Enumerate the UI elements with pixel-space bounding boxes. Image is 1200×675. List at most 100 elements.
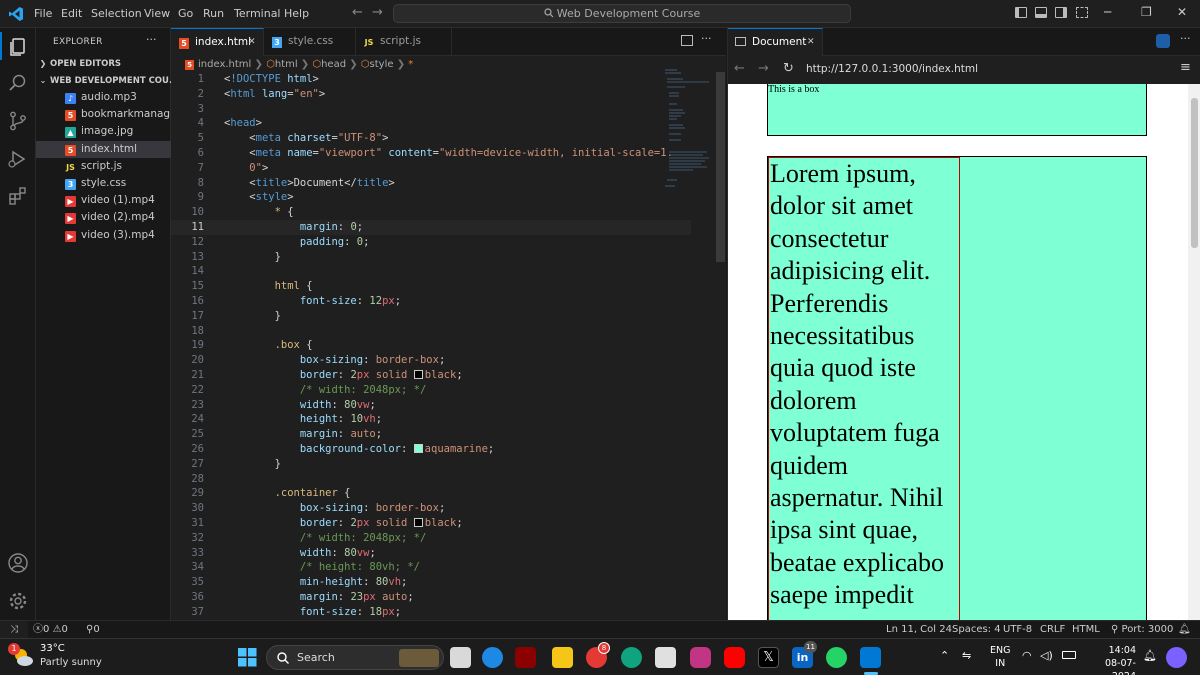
code-line[interactable]: 22 /* width: 2048px; */ — [171, 383, 691, 398]
menu-view[interactable]: View — [144, 7, 170, 20]
back-arrow-icon[interactable]: ← — [734, 61, 745, 76]
code-line[interactable]: 36 margin: 23px auto; — [171, 590, 691, 605]
code-line[interactable]: 31 border: 2px solid black; — [171, 516, 691, 531]
search-icon[interactable] — [7, 72, 29, 94]
code-line[interactable]: 11 margin: 0; — [171, 220, 691, 235]
color-swatch-icon[interactable] — [413, 444, 423, 453]
code-line[interactable]: 18 — [171, 324, 691, 339]
menu-edit[interactable]: Edit — [61, 7, 82, 20]
url-input[interactable]: http://127.0.0.1:3000/index.html — [806, 63, 978, 75]
back-arrow-icon[interactable]: ← — [352, 5, 363, 20]
taskbar-search[interactable]: Search — [266, 645, 444, 670]
code-line[interactable]: 3 — [171, 102, 691, 117]
vscode-taskbar-icon[interactable] — [860, 647, 881, 668]
file-item[interactable]: 3 style.css — [36, 175, 171, 192]
code-editor[interactable]: 1 <!DOCTYPE html> 2 <html lang="en"> 3 4 <head… — [171, 72, 711, 620]
notification-bell-icon[interactable]: 🔔︎ — [1143, 649, 1157, 662]
close-tab-icon[interactable]: ✕ — [248, 29, 256, 56]
linkedin-icon[interactable]: in 11 — [792, 641, 817, 668]
file-item[interactable]: ▶ video (1).mp4 — [36, 192, 171, 209]
code-line[interactable]: 2 <html lang="en"> — [171, 87, 691, 102]
windows-start-icon[interactable] — [238, 648, 257, 667]
customize-layout-icon[interactable] — [1076, 7, 1088, 18]
weather-widget[interactable]: 1 — [8, 643, 34, 668]
file-item[interactable]: 5 bookmarkmanag... — [36, 106, 171, 123]
youtube-icon[interactable] — [724, 647, 745, 668]
network-sync-icon[interactable]: ⇋ — [962, 649, 971, 662]
manage-gear-icon[interactable] — [7, 590, 29, 612]
project-folder-section[interactable]: ⌄ WEB DEVELOPMENT COU... — [36, 72, 171, 89]
code-line[interactable]: 9 <style> — [171, 190, 691, 205]
code-line[interactable]: 8 <title>Document</title> — [171, 176, 691, 191]
code-line[interactable]: 24 height: 10vh; — [171, 412, 691, 427]
code-line[interactable]: 20 box-sizing: border-box; — [171, 353, 691, 368]
tab-style-css[interactable]: 3 style.css — [264, 28, 356, 56]
code-line[interactable]: 5 <meta charset="UTF-8"> — [171, 131, 691, 146]
battery-icon[interactable] — [1062, 651, 1076, 659]
color-swatch-icon[interactable] — [413, 370, 423, 379]
encoding[interactable]: UTF-8 — [1003, 621, 1032, 638]
minimize-icon[interactable]: ─ — [1104, 5, 1111, 19]
code-line[interactable]: 19 .box { — [171, 338, 691, 353]
code-line[interactable]: 6 <meta name="viewport" content="width=d… — [171, 146, 691, 161]
chevron-up-icon[interactable]: ⌃ — [940, 649, 949, 662]
code-line[interactable]: 21 border: 2px solid black; — [171, 368, 691, 383]
toggle-panel-icon[interactable] — [1035, 7, 1047, 18]
source-control-icon[interactable] — [7, 110, 29, 132]
account-icon[interactable] — [7, 552, 29, 574]
volume-icon[interactable]: ◁) — [1040, 649, 1053, 662]
code-line[interactable]: 30 box-sizing: border-box; — [171, 501, 691, 516]
code-line[interactable]: 17 } — [171, 309, 691, 324]
breadcrumb-file[interactable]: index.html — [198, 59, 251, 70]
chrome-icon[interactable]: 8 — [586, 642, 610, 668]
scrollbar-thumb[interactable] — [1191, 98, 1198, 248]
close-tab-icon[interactable]: ✕ — [807, 29, 815, 56]
cursor-position[interactable]: Ln 11, Col 24 — [886, 621, 952, 638]
toggle-secondary-sidebar-icon[interactable] — [1055, 7, 1067, 18]
code-line[interactable]: 13 } — [171, 250, 691, 265]
menu-terminal[interactable]: Terminal — [234, 7, 281, 20]
code-line[interactable]: 14 — [171, 264, 691, 279]
code-line[interactable]: 28 — [171, 472, 691, 487]
file-item[interactable]: ♪ audio.mp3 — [36, 89, 171, 106]
live-server-port[interactable]: ⚲ Port: 3000 — [1111, 621, 1173, 638]
breadcrumb-head[interactable]: head — [321, 59, 346, 70]
editor-scrollbar[interactable] — [716, 72, 725, 262]
code-line[interactable]: 10 * { — [171, 205, 691, 220]
code-line[interactable]: 1 <!DOCTYPE html> — [171, 72, 691, 87]
chatgpt-icon[interactable] — [621, 647, 642, 668]
more-actions-icon[interactable]: ··· — [701, 32, 712, 45]
code-line[interactable]: 32 /* width: 2048px; */ — [171, 531, 691, 546]
code-line[interactable]: 29 .container { — [171, 486, 691, 501]
open-editors-section[interactable]: ❯ OPEN EDITORS — [36, 55, 171, 72]
file-item[interactable]: ▲ image.jpg — [36, 123, 171, 140]
reload-icon[interactable]: ↻ — [783, 61, 794, 76]
code-line[interactable]: 7 0"> — [171, 161, 691, 176]
code-line[interactable]: 33 width: 80vw; — [171, 546, 691, 561]
run-debug-icon[interactable] — [7, 148, 29, 170]
code-line[interactable]: 12 padding: 0; — [171, 235, 691, 250]
input-language[interactable]: ENG IN — [990, 644, 1010, 670]
code-line[interactable]: 27 } — [171, 457, 691, 472]
extensions-icon[interactable] — [7, 185, 29, 207]
minimap[interactable] — [663, 68, 715, 218]
close-window-icon[interactable]: ✕ — [1177, 5, 1187, 19]
code-line[interactable]: 35 min-height: 80vh; — [171, 575, 691, 590]
more-actions-icon[interactable]: ··· — [146, 33, 157, 46]
x-twitter-icon[interactable]: 𝕏 — [758, 647, 779, 668]
breadcrumb-html[interactable]: html — [275, 59, 298, 70]
file-item[interactable]: 5 index.html — [36, 140, 171, 158]
file-item[interactable]: ▶ video (3).mp4 — [36, 227, 171, 244]
file-explorer-icon[interactable] — [552, 647, 573, 668]
restore-icon[interactable]: ❐ — [1141, 5, 1152, 19]
notifications-bell-icon[interactable]: 🔔︎ — [1178, 621, 1191, 638]
code-line[interactable]: 26 background-color: aquamarine; — [171, 442, 691, 457]
menu-run[interactable]: Run — [203, 7, 224, 20]
code-line[interactable]: 34 /* height: 80vh; */ — [171, 560, 691, 575]
code-line[interactable]: 25 margin: auto; — [171, 427, 691, 442]
more-actions-icon[interactable]: ··· — [1180, 32, 1191, 45]
code-line[interactable]: 16 font-size: 12px; — [171, 294, 691, 309]
lock-icon[interactable] — [1156, 34, 1170, 48]
menu-help[interactable]: Help — [284, 7, 309, 20]
edge-icon[interactable] — [482, 647, 503, 668]
